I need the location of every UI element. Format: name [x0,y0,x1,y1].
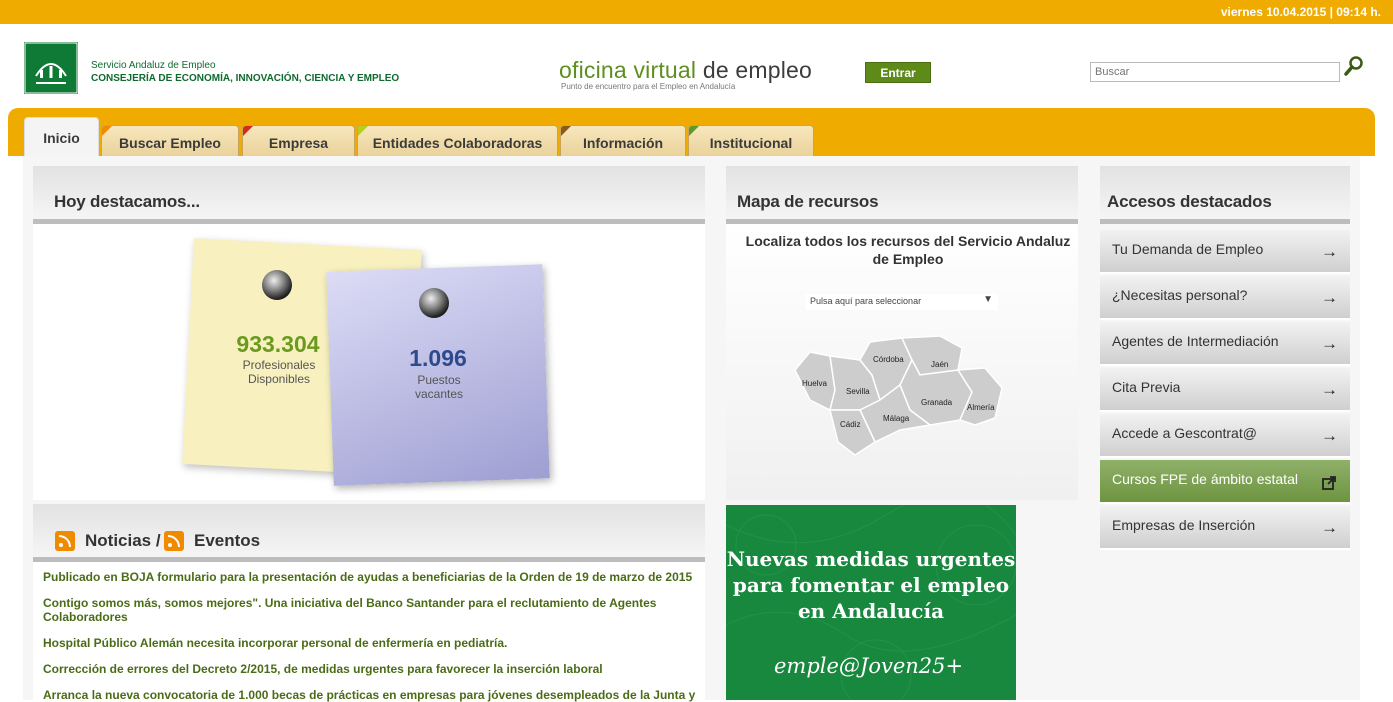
tab-empresa[interactable]: Empresa [242,125,355,156]
rss-icon[interactable] [164,531,184,551]
map-label: Córdoba [873,355,904,364]
tab-color-corner [358,126,368,136]
organization-name: Servicio Andaluz de Empleo CONSEJERÍA DE… [91,59,399,85]
tab-label: Información [582,135,664,151]
mapa-header: Mapa de recursos [726,166,1078,224]
search-icon[interactable] [1343,55,1365,77]
site-subtitle: Punto de encuentro para el Empleo en And… [561,82,736,91]
tab-label: Buscar Empleo [119,135,221,151]
org-line-1: Servicio Andaluz de Empleo [91,60,216,71]
site-title-part2: de empleo [696,57,813,83]
tab-buscar-empleo[interactable]: Buscar Empleo [101,125,239,156]
eventos-heading[interactable]: Eventos [194,531,260,551]
rss-icon[interactable] [55,531,75,551]
recursos-select[interactable]: Pulsa aquí para seleccionar ▼ [806,294,998,310]
tab-institucional[interactable]: Institucional [688,125,814,156]
map-label: Huelva [802,379,827,388]
accesos-heading: Accesos destacados [1107,192,1272,211]
acceso-label: Tu Demanda de Empleo [1112,241,1264,257]
map-label: Sevilla [846,387,870,396]
acceso-cita-previa[interactable]: Cita Previa → [1100,368,1350,412]
arrow-right-icon: → [1321,518,1338,537]
vacancies-label-line1: Puestos [417,373,461,387]
acceso-label: Empresas de Inserción [1112,517,1256,533]
junta-logo[interactable] [24,42,78,94]
map-label: Jaén [931,360,948,369]
select-value: Pulsa aquí para seleccionar [810,296,922,306]
tab-label: Institucional [709,135,793,151]
noticias-heading[interactable]: Noticias / [85,531,161,551]
andalucia-map[interactable]: Córdoba Jaén Huelva Sevilla Granada Alme… [790,330,1020,460]
acceso-cursos-fpe[interactable]: Cursos FPE de ámbito estatal [1100,460,1350,504]
destacamos-header: Hoy destacamos... [33,166,705,224]
tab-color-corner [102,126,112,136]
mapa-title-line2: de Empleo [872,251,944,267]
tab-color-corner [243,126,253,136]
promo-text: Nuevas medidas urgentes para fomentar el… [726,546,1016,624]
tab-label: Empresa [268,135,329,151]
map-label: Málaga [883,414,910,423]
chevron-down-icon: ▼ [983,294,993,305]
tab-inicio[interactable]: Inicio [24,117,99,157]
promo-line2: para fomentar el empleo [732,573,1010,597]
map-label: Almería [967,403,995,412]
vacancies-count: 1.096 [409,345,467,371]
news-item[interactable]: Hospital Público Alemán necesita incorpo… [43,636,703,650]
mapa-heading: Mapa de recursos [737,192,879,211]
tab-color-corner [561,126,571,136]
acceso-label: Cita Previa [1112,379,1181,395]
vacancies-label-line2: vacantes [414,387,464,401]
entrar-button[interactable]: Entrar [865,62,931,83]
acceso-label: ¿Necesitas personal? [1112,287,1248,303]
acceso-gescontrat[interactable]: Accede a Gescontrat@ → [1100,414,1350,458]
pushpin-icon [419,288,449,318]
mapa-title: Localiza todos los recursos del Servicio… [733,232,1083,268]
acceso-agentes-intermediacion[interactable]: Agentes de Intermediación → [1100,322,1350,366]
search-input[interactable] [1090,62,1340,82]
header: Servicio Andaluz de Empleo CONSEJERÍA DE… [0,24,1393,108]
acceso-empresas-insercion[interactable]: Empresas de Inserción → [1100,506,1350,550]
tab-color-corner [689,126,699,136]
arrow-right-icon: → [1321,334,1338,353]
acceso-necesitas-personal[interactable]: ¿Necesitas personal? → [1100,276,1350,320]
promo-line3: en Andalucía [797,599,945,623]
date-time: viernes 10.04.2015 | 09:14 h. [1220,5,1381,19]
arrow-right-icon: → [1321,288,1338,307]
acceso-label: Agentes de Intermediación [1112,333,1279,349]
arrow-right-icon: → [1321,380,1338,399]
promo-banner[interactable]: Nuevas medidas urgentes para fomentar el… [726,505,1016,700]
org-line-2: CONSEJERÍA DE ECONOMÍA, INNOVACIÓN, CIEN… [91,73,400,84]
arrow-right-icon: → [1321,242,1338,261]
top-bar: viernes 10.04.2015 | 09:14 h. [0,0,1393,24]
mapa-title-line1: Localiza todos los recursos del Servicio… [745,233,1071,249]
external-link-icon [1322,476,1336,490]
acceso-label: Cursos FPE de ámbito estatal [1112,471,1298,487]
site-title-part1: oficina virtual [559,57,697,83]
tab-label: Entidades Colaboradoras [372,135,543,151]
promo-line1: Nuevas medidas urgentes [726,547,1016,571]
vacancies-label: Puestos vacantes [364,373,514,401]
acceso-label: Accede a Gescontrat@ [1112,425,1257,441]
tab-entidades-colaboradoras[interactable]: Entidades Colaboradoras [357,125,558,156]
pushpin-icon [262,270,292,300]
promo-signature: emple@Joven25+ [774,654,964,678]
tab-label: Inicio [43,130,80,146]
tab-informacion[interactable]: Información [560,125,686,156]
acceso-tu-demanda[interactable]: Tu Demanda de Empleo → [1100,230,1350,274]
arrow-right-icon: → [1321,426,1338,445]
news-item[interactable]: Corrección de errores del Decreto 2/2015… [43,662,703,676]
map-label: Granada [921,398,953,407]
news-item[interactable]: Publicado en BOJA formulario para la pre… [43,570,703,584]
site-title: oficina virtual de empleo [559,57,812,84]
accesos-header: Accesos destacados [1100,166,1350,224]
destacamos-heading: Hoy destacamos... [54,192,200,211]
news-item[interactable]: Contigo somos más, somos mejores". Una i… [43,596,683,624]
map-label: Cádiz [840,420,860,429]
